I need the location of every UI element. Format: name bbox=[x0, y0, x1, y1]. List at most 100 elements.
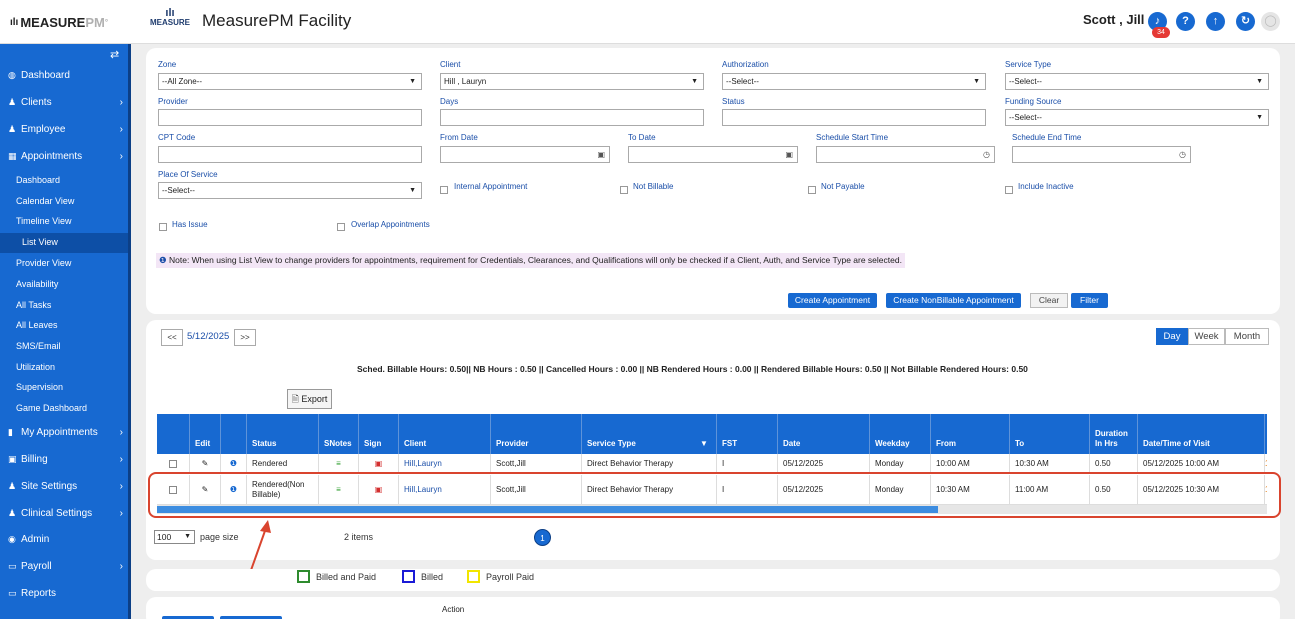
page-number-button[interactable]: 1 bbox=[534, 529, 551, 546]
cpt-code-input[interactable] bbox=[158, 146, 422, 163]
export-button[interactable]: 🗎 Export bbox=[287, 389, 332, 409]
signature-pdf-icon[interactable]: ▣ bbox=[359, 454, 399, 473]
sidebar-item-dashboard[interactable]: ◍ Dashboard bbox=[8, 70, 123, 81]
authorization-select[interactable]: --Select-- ▼ bbox=[722, 73, 986, 90]
prev-date-button[interactable]: << bbox=[161, 329, 183, 346]
user-name[interactable]: Scott , Jill bbox=[1083, 12, 1144, 27]
sidebar-scrollbar[interactable] bbox=[128, 44, 131, 619]
sidebar-sub-game-dashboard[interactable]: Game Dashboard bbox=[16, 403, 87, 413]
col-provider[interactable]: Provider bbox=[491, 414, 582, 454]
sidebar-item-billing[interactable]: ▣ Billing › bbox=[8, 454, 123, 465]
chevron-right-icon: › bbox=[119, 427, 123, 438]
sidebar-sub-all-tasks[interactable]: All Tasks bbox=[16, 300, 51, 310]
col-sign[interactable]: Sign bbox=[359, 414, 399, 454]
sidebar-sub-supervision[interactable]: Supervision bbox=[16, 382, 63, 392]
next-date-button[interactable]: >> bbox=[234, 329, 256, 346]
sidebar-item-clients[interactable]: ♟ Clients › bbox=[8, 97, 123, 108]
schedule-end-input[interactable]: ◷ bbox=[1012, 146, 1191, 163]
to-date-input[interactable]: ▣ bbox=[628, 146, 798, 163]
help-icon[interactable]: ? bbox=[1176, 12, 1195, 31]
service-type-select[interactable]: --Select-- ▼ bbox=[1005, 73, 1269, 90]
page-size-value: 100 bbox=[157, 532, 172, 542]
days-input[interactable] bbox=[440, 109, 704, 126]
sidebar-item-admin[interactable]: ◉ Admin bbox=[8, 534, 123, 545]
status-input[interactable] bbox=[722, 109, 986, 126]
col-visit-time[interactable]: Date/Time of Visit bbox=[1138, 414, 1265, 454]
col-date[interactable]: Date bbox=[778, 414, 870, 454]
user-avatar-icon[interactable]: ◯ bbox=[1261, 12, 1280, 31]
user-icon: ♟ bbox=[8, 97, 17, 107]
sidebar-item-site-settings[interactable]: ♟ Site Settings › bbox=[8, 481, 123, 492]
include-inactive-checkbox[interactable] bbox=[1005, 186, 1013, 194]
sidebar-sub-dashboard[interactable]: Dashboard bbox=[16, 175, 60, 185]
overlap-checkbox[interactable] bbox=[337, 223, 345, 231]
provider-input[interactable] bbox=[158, 109, 422, 126]
calendar-icon[interactable]: ▣ bbox=[785, 147, 793, 162]
col-to[interactable]: To bbox=[1010, 414, 1090, 454]
filter-button[interactable]: Filter bbox=[1071, 293, 1108, 308]
table-header: Edit Status SNotes Sign Client Provider … bbox=[157, 414, 1267, 454]
sidebar-sub-provider-view[interactable]: Provider View bbox=[16, 258, 71, 268]
sidebar-sub-utilization[interactable]: Utilization bbox=[16, 362, 55, 372]
from-date-label: From Date bbox=[440, 133, 478, 142]
brand-logo[interactable]: ılı MEASURE PM ° bbox=[0, 0, 131, 44]
info-icon[interactable]: ❶ bbox=[221, 454, 247, 473]
building-icon: ▮ bbox=[8, 427, 13, 437]
sidebar-item-appointments[interactable]: ▦ Appointments › bbox=[8, 151, 123, 162]
sidebar-item-payroll[interactable]: ▭ Payroll › bbox=[8, 561, 123, 572]
internal-appointment-checkbox[interactable] bbox=[440, 186, 448, 194]
sidebar-sub-availability[interactable]: Availability bbox=[16, 279, 58, 289]
view-day-button[interactable]: Day bbox=[1156, 328, 1188, 345]
col-weekday[interactable]: Weekday bbox=[870, 414, 931, 454]
has-issue-checkbox[interactable] bbox=[159, 223, 167, 231]
col-duration[interactable]: Duration In Hrs bbox=[1090, 414, 1138, 454]
from-date-input[interactable]: ▣ bbox=[440, 146, 610, 163]
not-billable-checkbox[interactable] bbox=[620, 186, 628, 194]
chevron-right-icon: › bbox=[119, 481, 123, 492]
create-appointment-button[interactable]: Create Appointment bbox=[788, 293, 877, 308]
clock-icon[interactable]: ◷ bbox=[1179, 147, 1186, 162]
row-client-link[interactable]: Hill,Lauryn bbox=[399, 454, 491, 473]
col-snotes[interactable]: SNotes bbox=[319, 414, 359, 454]
sidebar-item-label: Dashboard bbox=[21, 70, 70, 81]
sidebar-sub-timeline-view[interactable]: Timeline View bbox=[16, 216, 72, 226]
notes-list-icon[interactable]: ≡ bbox=[319, 454, 359, 473]
sidebar-item-employee[interactable]: ♟ Employee › bbox=[8, 124, 123, 135]
row-checkbox[interactable] bbox=[157, 454, 190, 473]
sidebar-item-clinical-settings[interactable]: ♟ Clinical Settings › bbox=[8, 508, 123, 519]
create-nonbillable-button[interactable]: Create NonBillable Appointment bbox=[886, 293, 1021, 308]
col-client[interactable]: Client bbox=[399, 414, 491, 454]
table-row[interactable]: ✎ ❶ Rendered ≡ ▣ Hill,Lauryn Scott,Jill … bbox=[157, 454, 1267, 474]
schedule-start-input[interactable]: ◷ bbox=[816, 146, 995, 163]
edit-icon[interactable]: ✎ bbox=[190, 454, 221, 473]
row-to: 10:30 AM bbox=[1010, 454, 1090, 473]
filter-funnel-icon[interactable]: ▼ bbox=[700, 439, 708, 449]
col-service-type[interactable]: Service Type ▼ bbox=[582, 414, 717, 454]
sidebar-sub-sms-email[interactable]: SMS/Email bbox=[16, 341, 61, 351]
col-status[interactable]: Status bbox=[247, 414, 319, 454]
not-payable-checkbox[interactable] bbox=[808, 186, 816, 194]
caret-down-icon: ▼ bbox=[973, 78, 980, 85]
zone-select[interactable]: --All Zone-- ▼ bbox=[158, 73, 422, 90]
clock-icon[interactable]: ◷ bbox=[983, 147, 990, 162]
upload-icon[interactable]: ↑ bbox=[1206, 12, 1225, 31]
calendar-icon[interactable]: ▣ bbox=[597, 147, 605, 162]
sidebar-item-my-appointments[interactable]: ▮ My Appointments › bbox=[8, 427, 123, 438]
sidebar-sub-calendar-view[interactable]: Calendar View bbox=[16, 196, 74, 206]
col-fst[interactable]: FST bbox=[717, 414, 778, 454]
funding-source-select[interactable]: --Select-- ▼ bbox=[1005, 109, 1269, 126]
refresh-icon[interactable]: ↻ bbox=[1236, 12, 1255, 31]
place-of-service-select[interactable]: --Select-- ▼ bbox=[158, 182, 422, 199]
row-fst: I bbox=[717, 454, 778, 473]
view-week-button[interactable]: Week bbox=[1188, 328, 1225, 345]
view-month-button[interactable]: Month bbox=[1225, 328, 1269, 345]
page-size-select[interactable]: 100 ▼ bbox=[154, 530, 195, 544]
sidebar-sub-all-leaves[interactable]: All Leaves bbox=[16, 320, 58, 330]
sidebar-toggle-icon[interactable]: ⇄ bbox=[110, 48, 119, 61]
clear-button[interactable]: Clear bbox=[1030, 293, 1068, 308]
col-from[interactable]: From bbox=[931, 414, 1010, 454]
sidebar-item-reports[interactable]: ▭ Reports bbox=[8, 588, 123, 599]
sidebar-sub-list-view[interactable]: List View bbox=[22, 237, 58, 247]
col-info bbox=[221, 414, 247, 454]
client-select[interactable]: Hill , Lauryn ▼ bbox=[440, 73, 704, 90]
